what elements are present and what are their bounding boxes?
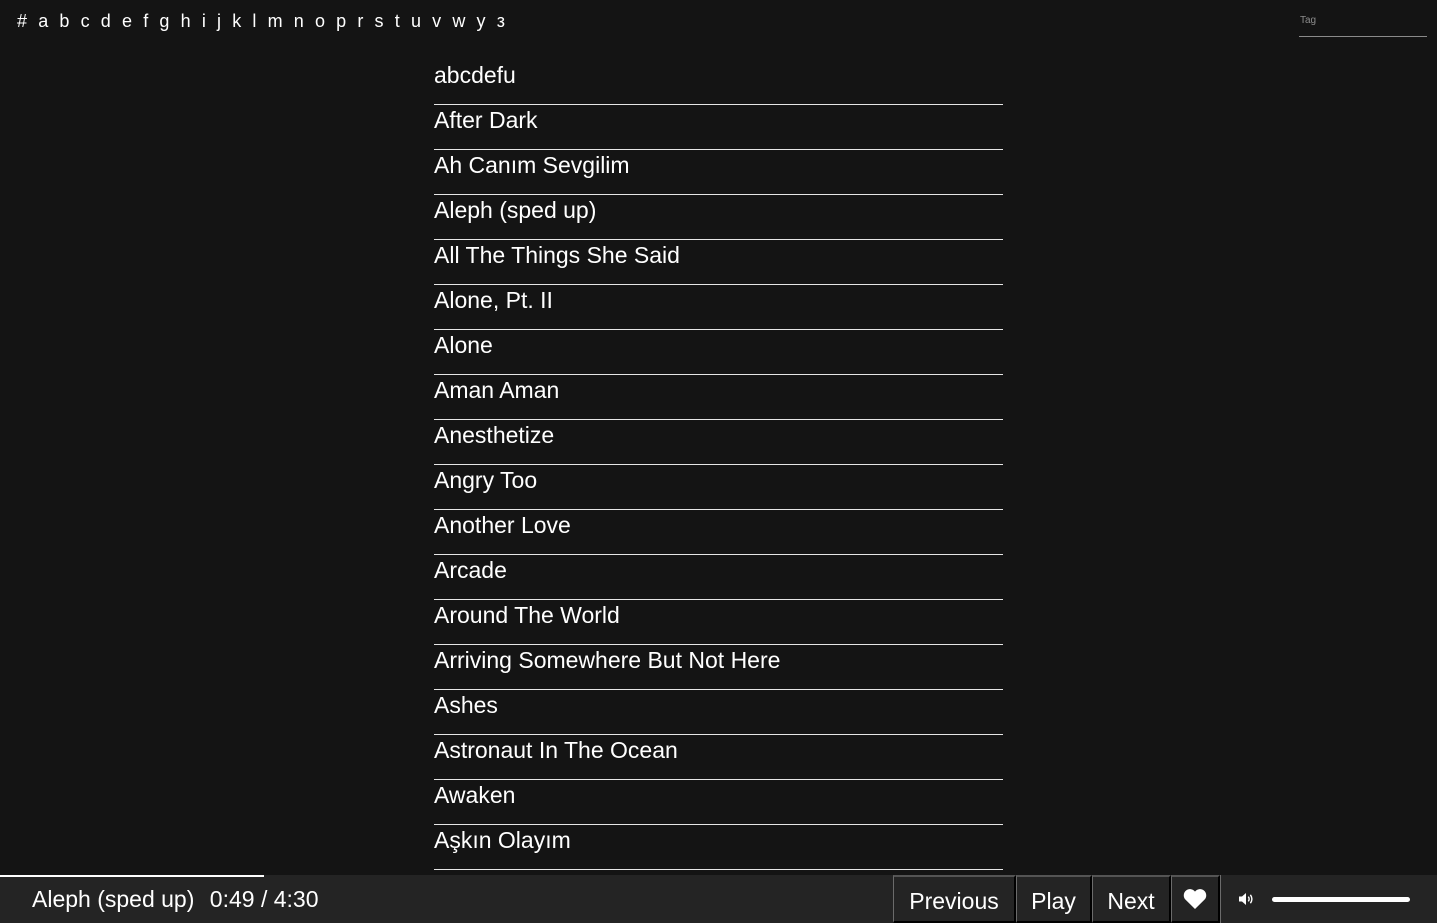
letter-filter[interactable]: p: [336, 10, 346, 32]
track-duration: 4:30: [273, 886, 319, 912]
letter-filter[interactable]: n: [294, 10, 304, 32]
song-list: abcdefu After Dark Ah Canım Sevgilim Aleph …: [434, 60, 1003, 870]
song-item[interactable]: Alone, Pt. II: [434, 285, 1003, 330]
song-item[interactable]: Angry Too: [434, 465, 1003, 510]
letter-filter[interactable]: з: [497, 10, 505, 32]
letter-filter[interactable]: y: [477, 10, 486, 32]
song-item[interactable]: Another Love: [434, 510, 1003, 555]
player-bar: Aleph (sped up) 0:49 / 4:30 Previous Pla…: [0, 875, 1437, 923]
letter-filter[interactable]: d: [101, 10, 111, 32]
letter-filter[interactable]: e: [122, 10, 132, 32]
letter-filter[interactable]: j: [217, 10, 221, 32]
previous-button[interactable]: Previous: [893, 875, 1016, 923]
song-item[interactable]: Anesthetize: [434, 420, 1003, 465]
letter-filter[interactable]: h: [181, 10, 191, 32]
speaker-icon[interactable]: [1238, 892, 1254, 906]
song-item[interactable]: Arcade: [434, 555, 1003, 600]
song-item[interactable]: Ah Canım Sevgilim: [434, 150, 1003, 195]
letter-filter[interactable]: i: [202, 10, 206, 32]
current-time: 0:49: [209, 886, 255, 912]
music-library-page: # abcdefghijklmnoprstuvwyз abcdefuAfter D…: [0, 0, 1437, 923]
song-item[interactable]: Aman Aman: [434, 375, 1003, 420]
like-button[interactable]: [1171, 875, 1220, 923]
now-playing-title: Aleph (sped up): [32, 886, 195, 912]
volume-slider[interactable]: [1272, 897, 1410, 902]
song-item[interactable]: After Dark: [434, 105, 1003, 150]
letter-filter[interactable]: c: [81, 10, 90, 32]
letter-filter[interactable]: t: [395, 10, 400, 32]
heart-icon: [1183, 889, 1207, 909]
letter-filter[interactable]: r: [357, 10, 363, 32]
song-item[interactable]: Aşkın Olayım: [434, 825, 1003, 870]
song-item[interactable]: Arriving Somewhere But Not Here: [434, 645, 1003, 690]
song-item[interactable]: abcdefu: [434, 60, 1003, 105]
alphabet-filter-bar: # a b c d e f g h i j k l m n o p r s t u v w y з: [17, 10, 516, 32]
time-separator: /: [260, 886, 268, 912]
progress-bar-fill[interactable]: [0, 875, 265, 877]
letter-filter[interactable]: l: [252, 10, 256, 32]
letter-filter[interactable]: w: [452, 10, 465, 32]
song-item[interactable]: Around The World: [434, 600, 1003, 645]
letter-filter[interactable]: #: [17, 10, 27, 32]
play-button[interactable]: Play: [1016, 875, 1092, 923]
song-item[interactable]: Astronaut In The Ocean: [434, 735, 1003, 780]
letter-filter[interactable]: f: [143, 10, 148, 32]
letter-filter[interactable]: s: [375, 10, 384, 32]
next-button[interactable]: Next: [1092, 875, 1171, 923]
letter-filter[interactable]: v: [432, 10, 441, 32]
letter-filter[interactable]: g: [159, 10, 169, 32]
volume-control: [1220, 875, 1437, 923]
song-item[interactable]: Awaken: [434, 780, 1003, 825]
playback-controls: Previous Play Next: [893, 875, 1437, 923]
letter-filter[interactable]: k: [232, 10, 241, 32]
letter-filter[interactable]: b: [59, 10, 69, 32]
letter-filter[interactable]: o: [315, 10, 325, 32]
song-item[interactable]: Ashes: [434, 690, 1003, 735]
letter-filter[interactable]: u: [411, 10, 421, 32]
letter-filter[interactable]: a: [38, 10, 48, 32]
letter-filter[interactable]: m: [268, 10, 283, 32]
song-item[interactable]: Alone: [434, 330, 1003, 375]
now-playing-info: Aleph (sped up) 0:49 / 4:30: [32, 884, 318, 914]
song-item[interactable]: All The Things She Said: [434, 240, 1003, 285]
song-item[interactable]: Aleph (sped up): [434, 195, 1003, 240]
tag-search-input[interactable]: [1299, 10, 1427, 37]
